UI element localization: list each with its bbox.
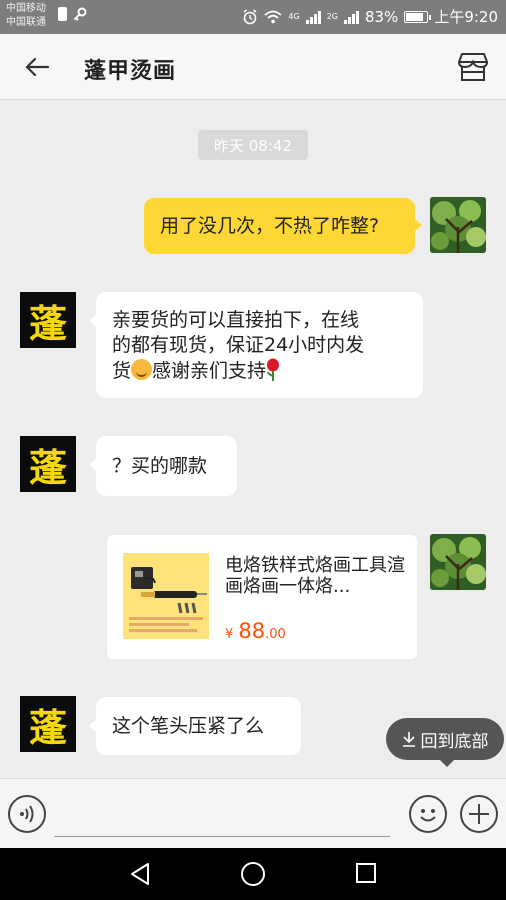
shop-message-bubble[interactable]: 这个笔头压紧了么 — [89, 697, 301, 755]
shop-message-bubble[interactable]: ？买的哪款 — [89, 436, 237, 496]
system-nav-bar — [0, 848, 506, 900]
message-text: 货 — [112, 360, 132, 382]
message-text: 感谢亲们支持 — [152, 360, 267, 382]
currency-symbol: ¥ — [225, 627, 234, 642]
nav-recents-icon[interactable] — [356, 863, 376, 883]
sim-card-icon — [58, 7, 67, 21]
back-to-bottom-label: 回到底部 — [420, 731, 489, 752]
signal-icon-2 — [343, 10, 359, 24]
arrow-down-icon — [402, 732, 415, 747]
my-message-bubble[interactable]: 用了没几次，不热了咋整? — [144, 198, 422, 254]
back-to-bottom-button[interactable]: 回到底部 — [386, 718, 504, 767]
my-avatar[interactable] — [430, 534, 486, 590]
product-card[interactable]: 电烙铁样式烙画工具渲画烙画一体烙... ¥ 88.00 — [107, 535, 417, 659]
hugging-face-emoji-icon — [131, 359, 153, 380]
status-bar: 中国移动 中国联通 4G 2G 83% 上午9:20 — [0, 0, 506, 34]
clock: 上午9:20 — [434, 8, 498, 26]
battery-icon — [404, 10, 432, 23]
message-text: 这个笔头压紧了么 — [112, 714, 265, 737]
shop-avatar[interactable]: 蓬 — [20, 696, 76, 752]
key-icon — [73, 7, 87, 21]
chat-header: 蓬甲烫画 — [0, 34, 506, 100]
message-line: 亲要货的可以直接拍下，在线 — [112, 309, 360, 331]
wifi-icon — [264, 10, 282, 23]
nav-home-icon[interactable] — [241, 862, 265, 886]
network-type-1: 4G — [288, 12, 300, 21]
plus-icon[interactable] — [460, 795, 498, 833]
voice-icon[interactable] — [8, 795, 46, 833]
product-price: ¥ 88.00 — [225, 619, 286, 643]
arrow-left-icon[interactable] — [22, 52, 52, 82]
message-input[interactable] — [54, 797, 390, 837]
message-time: 昨天 08:42 — [198, 130, 308, 160]
product-image — [123, 553, 209, 639]
store-icon[interactable] — [456, 50, 490, 84]
message-text: 用了没几次，不热了咋整? — [160, 214, 380, 237]
plant-avatar-image — [430, 534, 486, 590]
shop-avatar[interactable]: 蓬 — [20, 436, 76, 492]
soldering-iron-image — [123, 553, 209, 639]
message-input-bar — [0, 778, 506, 848]
carrier-info: 中国移动 中国联通 — [6, 2, 46, 30]
message-line: 的都有现货，保证24小时内发 — [112, 334, 365, 356]
page-title: 蓬甲烫画 — [84, 59, 177, 84]
carrier-1: 中国移动 — [6, 3, 46, 14]
network-type-2: 2G — [326, 12, 338, 21]
rose-emoji-icon — [267, 358, 280, 381]
nav-back-icon[interactable] — [128, 862, 152, 886]
message-text: ？买的哪款 — [112, 454, 208, 477]
shop-avatar[interactable]: 蓬 — [20, 292, 76, 348]
plant-avatar-image — [430, 197, 486, 253]
alarm-icon — [243, 8, 257, 24]
smiley-icon[interactable] — [409, 795, 447, 833]
shop-message-bubble[interactable]: 亲要货的可以直接拍下，在线 的都有现货，保证24小时内发 货感谢亲们支持 — [89, 292, 423, 398]
carrier-2: 中国联通 — [6, 17, 46, 28]
price-decimal: .00 — [265, 627, 286, 642]
product-title: 电烙铁样式烙画工具渲画烙画一体烙... — [225, 555, 405, 597]
message-line: 货感谢亲们支持 — [112, 358, 407, 384]
price-integer: 88 — [238, 619, 266, 643]
signal-icon-1 — [305, 10, 321, 24]
battery-percent: 83% — [364, 7, 399, 26]
my-avatar[interactable] — [430, 197, 486, 253]
